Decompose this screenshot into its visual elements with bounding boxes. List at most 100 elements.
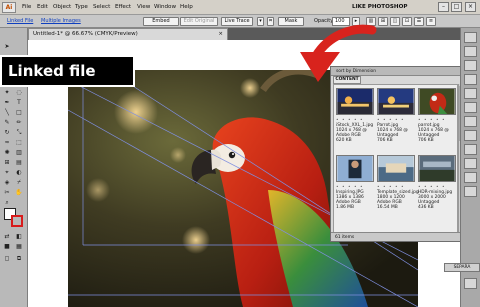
multiple-images-link[interactable]: Multiple Images (41, 18, 81, 24)
zoom-tool-icon[interactable]: ⌕ (2, 198, 12, 207)
minimize-button[interactable]: – (438, 2, 449, 12)
eyedropper-tool-icon[interactable]: ⌖ (2, 168, 12, 177)
select-similar-icon[interactable]: ⊡ (402, 17, 412, 26)
pen-tool-icon[interactable]: ✒ (2, 98, 12, 107)
list-item[interactable] (377, 88, 417, 117)
panel-footer: 61 items (331, 232, 464, 241)
rectangle-tool-icon[interactable]: □ (14, 108, 24, 117)
swap-colors-icon[interactable]: ⇄ (2, 232, 12, 241)
free-transform-tool-icon[interactable]: ⬚ (14, 138, 24, 147)
symbol-sprayer-tool-icon[interactable]: ✺ (2, 148, 12, 157)
links-panel-icon[interactable] (464, 172, 477, 183)
align-panel-icon[interactable] (464, 186, 477, 197)
linked-file-link[interactable]: Linked File (7, 18, 33, 24)
thumbnail (377, 88, 415, 115)
thumbnail (336, 155, 374, 182)
list-item[interactable] (336, 155, 376, 184)
align-icon[interactable]: ▥ (366, 17, 376, 26)
thumbnail (336, 88, 374, 115)
menu-view[interactable]: View (137, 4, 150, 10)
default-colors-icon[interactable]: ◧ (14, 232, 24, 241)
gradient-mode-icon[interactable]: ▦ (14, 242, 24, 251)
blend-tool-icon[interactable]: ◐ (14, 168, 24, 177)
opacity-dropdown[interactable]: ▸ (352, 17, 360, 26)
opacity-field[interactable]: 100 (332, 17, 350, 26)
thumbnail (418, 155, 456, 182)
draw-normal-icon[interactable]: ◻ (2, 254, 12, 263)
tracing-presets-icon[interactable]: ⌗ (267, 17, 274, 26)
menu-select[interactable]: Select (93, 4, 110, 10)
distribute-icon[interactable]: ☰ (414, 17, 424, 26)
color-mode-icon[interactable]: ■ (2, 242, 12, 251)
transform-icon[interactable]: ⊞ (378, 17, 388, 26)
mesh-tool-icon[interactable]: ⊞ (2, 158, 12, 167)
separations-panel-tab[interactable]: SEPARA (444, 263, 480, 272)
thumbnail (418, 88, 456, 115)
item-meta: • • • • • HDR-mixing.jpg 3000 x 2000 Unt… (418, 185, 453, 210)
close-button[interactable]: × (465, 2, 476, 12)
gradient-panel-icon[interactable] (464, 102, 477, 113)
screen-mode-icon[interactable]: ⧉ (14, 254, 24, 263)
info-panel-icon[interactable] (464, 278, 477, 289)
graphic-styles-panel-icon[interactable] (464, 144, 477, 155)
item-meta: • • • • • Template_sized.jpg 1800 x 1200… (377, 185, 419, 210)
list-item[interactable] (377, 155, 417, 184)
paintbrush-tool-icon[interactable]: ✎ (2, 118, 12, 127)
links-panel: sort by Dimension CONTENT • • • • • iSto… (330, 66, 465, 242)
list-item[interactable] (418, 88, 458, 117)
live-paint-tool-icon[interactable]: ◈ (2, 178, 12, 187)
workspace-title[interactable]: LIKE PHOTOSHOP (352, 4, 407, 10)
line-tool-icon[interactable]: ╲ (2, 108, 12, 117)
menu-effect[interactable]: Effect (115, 4, 131, 10)
rotate-tool-icon[interactable]: ↻ (2, 128, 12, 137)
lasso-tool-icon[interactable]: ◌ (14, 88, 24, 97)
thumbnail-grid: • • • • • iStock_XXL_1.jpg 1024 x 768 @ … (333, 84, 458, 234)
menu-window[interactable]: Window (154, 4, 176, 10)
illustrator-window: Ai File Edit Object Type Select Effect V… (0, 0, 480, 307)
hand-tool-icon[interactable]: ✋ (14, 188, 24, 197)
maximize-button[interactable]: □ (451, 2, 462, 12)
slice-tool-icon[interactable]: ⌿ (14, 178, 24, 187)
mask-button[interactable]: Mask (278, 17, 304, 26)
appearance-panel-icon[interactable] (464, 130, 477, 141)
document-close-icon[interactable]: × (218, 29, 223, 40)
item-meta: • • • • • Parrot.jpg 1024 x 768 @ Untagg… (377, 118, 408, 143)
document-tab[interactable]: Untitled-1* @ 66.67% (CMYK/Preview) × (28, 28, 228, 40)
list-item[interactable] (336, 88, 376, 117)
list-item[interactable] (418, 155, 458, 184)
menu-edit[interactable]: Edit (37, 4, 48, 10)
stroke-swatch[interactable] (11, 215, 23, 227)
type-tool-icon[interactable]: T (14, 98, 24, 107)
menu-file[interactable]: File (22, 4, 31, 10)
embed-button[interactable]: Embed (143, 17, 179, 26)
scale-tool-icon[interactable]: ⤡ (14, 128, 24, 137)
panel-menu-icon[interactable]: ≡ (426, 17, 436, 26)
panel-header: sort by Dimension (331, 67, 464, 76)
document-title: Untitled-1* @ 66.67% (CMYK/Preview) (33, 31, 138, 37)
edit-original-button[interactable]: Edit Original (180, 17, 218, 26)
gradient-tool-icon[interactable]: ▤ (14, 158, 24, 167)
graph-tool-icon[interactable]: ▥ (14, 148, 24, 157)
color-panel-icon[interactable] (464, 32, 477, 43)
transparency-panel-icon[interactable] (464, 116, 477, 127)
brushes-panel-icon[interactable] (464, 60, 477, 71)
selection-tool-icon[interactable]: ➤ (2, 42, 12, 51)
magic-wand-tool-icon[interactable]: ✦ (2, 88, 12, 97)
arrange-icon[interactable]: ◫ (390, 17, 400, 26)
pencil-tool-icon[interactable]: ✏ (14, 118, 24, 127)
thumbnail (377, 155, 415, 182)
symbols-panel-icon[interactable] (464, 74, 477, 85)
live-trace-button[interactable]: Live Trace (221, 17, 253, 26)
scissors-tool-icon[interactable]: ✂ (2, 188, 12, 197)
menu-type[interactable]: Type (75, 4, 88, 10)
menu-object[interactable]: Object (53, 4, 71, 10)
sort-label[interactable]: sort by Dimension (336, 69, 376, 74)
item-meta: • • • • • Inspiring.JPG 1386 x 1386 Adob… (336, 185, 364, 210)
swatches-panel-icon[interactable] (464, 46, 477, 57)
warp-tool-icon[interactable]: ≈ (2, 138, 12, 147)
content-tab[interactable]: CONTENT (333, 76, 361, 84)
live-trace-dropdown[interactable]: ▾ (257, 17, 264, 26)
layers-panel-icon[interactable] (464, 158, 477, 169)
menu-help[interactable]: Help (180, 4, 193, 10)
stroke-panel-icon[interactable] (464, 88, 477, 99)
